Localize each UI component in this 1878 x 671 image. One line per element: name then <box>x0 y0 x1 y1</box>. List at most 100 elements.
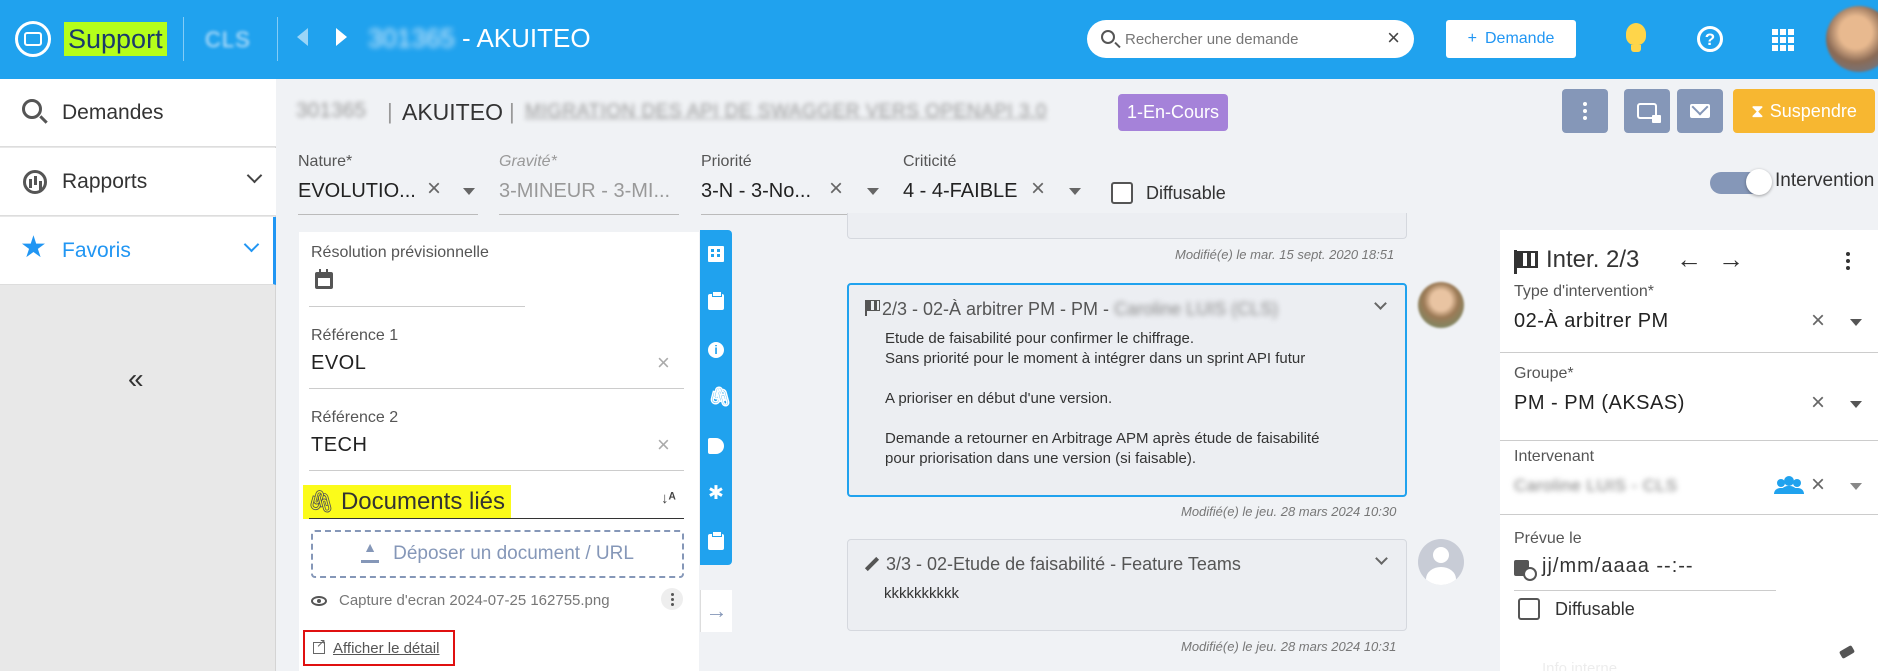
flag-icon <box>1514 250 1538 274</box>
intervenant-select[interactable]: Caroline LUIS - CLS <box>1514 476 1678 496</box>
status-badge[interactable]: 1-En-Cours <box>1118 94 1229 131</box>
chevron-down-icon[interactable] <box>1069 188 1081 195</box>
clear-criticite-icon[interactable]: × <box>1031 177 1045 201</box>
clear-ref1-icon[interactable]: × <box>657 350 670 376</box>
criticite-select[interactable]: 4 - 4-FAIBLE <box>903 180 1025 203</box>
eye-icon[interactable] <box>311 596 327 606</box>
card-body: Etude de faisabilité pour confirmer le c… <box>885 329 1319 469</box>
clear-ref2-icon[interactable]: × <box>657 432 670 458</box>
chevron-down-icon[interactable] <box>1374 297 1387 310</box>
author-avatar[interactable] <box>1418 282 1464 328</box>
calendar-icon[interactable] <box>315 269 333 289</box>
prev-ticket-icon[interactable] <box>297 28 308 46</box>
timeline-card-previous <box>847 213 1407 239</box>
priorite-select[interactable]: 3-N - 3-No... <box>701 180 823 203</box>
clear-search-icon[interactable]: × <box>1387 26 1400 50</box>
chart-icon <box>23 170 47 194</box>
card-line <box>885 409 1319 429</box>
chevron-down-icon[interactable] <box>1850 483 1862 490</box>
apps-grid-icon[interactable] <box>1772 29 1794 51</box>
clipboard-icon[interactable] <box>708 291 724 310</box>
section-divider <box>309 518 684 519</box>
clear-intervenant-icon[interactable]: × <box>1811 473 1825 497</box>
plus-icon: + <box>1467 30 1477 47</box>
intervention-diffusable-checkbox[interactable] <box>1518 598 1540 620</box>
pencil-icon <box>864 556 880 572</box>
document-drop-zone[interactable]: Déposer un document / URL <box>311 530 684 578</box>
checklist-icon[interactable] <box>708 531 724 550</box>
info-icon[interactable]: i <box>708 342 724 358</box>
sidebar-item-demandes[interactable]: Demandes <box>0 79 276 147</box>
card-body: kkkkkkkkkk <box>884 585 959 602</box>
more-actions-button[interactable] <box>1562 89 1608 133</box>
clear-nature-icon[interactable]: × <box>427 177 441 201</box>
app-name[interactable]: Support <box>64 22 167 56</box>
tag-icon[interactable] <box>708 438 724 454</box>
chevron-down-icon[interactable] <box>463 188 475 195</box>
search-input[interactable] <box>1125 28 1375 50</box>
ref2-label: Référence 2 <box>311 409 399 426</box>
field-underline <box>298 214 478 215</box>
diffusable-checkbox[interactable] <box>1111 182 1133 204</box>
more-vertical-icon[interactable] <box>1846 252 1850 270</box>
sidebar-item-rapports[interactable]: Rapports <box>0 148 276 216</box>
chevron-down-icon[interactable] <box>1850 319 1862 326</box>
sort-alpha-icon[interactable]: ↓ᴬ <box>661 490 676 507</box>
groupe-select[interactable]: PM - PM (AKSAS) <box>1514 392 1685 415</box>
email-button[interactable] <box>1677 89 1723 133</box>
collapse-sidebar-icon[interactable]: « <box>128 363 144 395</box>
ticket-id: 301365 <box>296 99 367 122</box>
nature-select[interactable]: EVOLUTIO... <box>298 180 420 203</box>
lightbulb-icon[interactable] <box>1625 23 1647 55</box>
clear-priorite-icon[interactable]: × <box>829 177 843 201</box>
ticket-client: AKUITEO <box>402 99 503 125</box>
chevron-down-icon[interactable] <box>867 188 879 195</box>
more-vertical-icon <box>670 592 674 606</box>
search-icon <box>1101 30 1115 44</box>
prevue-datetime-input[interactable]: jj/mm/aaaa --:-- <box>1542 555 1694 578</box>
eraser-icon[interactable] <box>1838 645 1856 659</box>
chevron-down-icon[interactable] <box>1850 401 1862 408</box>
clear-groupe-icon[interactable]: × <box>1811 391 1825 415</box>
divider <box>183 17 184 61</box>
ref2-input[interactable]: TECH <box>311 434 367 457</box>
arrow-right-icon[interactable]: → <box>1718 244 1744 275</box>
intervention-toggle-label: Intervention <box>1775 170 1875 191</box>
external-link-icon <box>313 636 326 654</box>
user-avatar[interactable] <box>1826 6 1878 72</box>
default-avatar[interactable] <box>1418 539 1464 585</box>
top-bar: Support CLS 301365 - AKUITEO × + Demande… <box>0 0 1878 79</box>
field-underline <box>309 470 684 471</box>
field-underline <box>499 214 679 215</box>
ref1-input[interactable]: EVOL <box>311 352 366 375</box>
search-box[interactable]: × <box>1087 20 1414 58</box>
help-icon[interactable]: ? <box>1697 26 1723 52</box>
prevue-label: Prévue le <box>1514 530 1582 547</box>
timeline-card-intervention-3[interactable]: 3/3 - 02-Etude de faisabilité - Feature … <box>847 539 1407 631</box>
criticite-label: Criticité <box>903 153 957 170</box>
paperclip-icon[interactable]: 🖇 <box>708 388 732 407</box>
upload-icon <box>361 539 380 563</box>
org-code[interactable]: CLS <box>205 27 251 53</box>
intervention-type-select[interactable]: 02-À arbitrer PM <box>1514 310 1669 333</box>
ticket-subject[interactable]: MIGRATION DES API DE SWAGGER VERS OPENAP… <box>525 101 1047 123</box>
intervention-toggle[interactable] <box>1710 169 1772 195</box>
suspend-button[interactable]: ⧗ Suspendre <box>1733 89 1875 133</box>
document-name[interactable]: Capture d'ecran 2024-07-25 162755.png <box>339 592 610 609</box>
new-request-button[interactable]: + Demande <box>1446 20 1576 58</box>
arrow-left-icon[interactable]: ← <box>1676 244 1702 275</box>
calendar-clock-icon[interactable] <box>1514 558 1537 581</box>
private-chat-button[interactable] <box>1624 89 1670 133</box>
timeline-card-intervention-2[interactable]: 2/3 - 02-À arbitrer PM - PM - Caroline L… <box>847 283 1407 497</box>
building-icon[interactable] <box>708 246 724 262</box>
show-detail-link[interactable]: Afficher le détail <box>303 630 455 666</box>
users-icon[interactable] <box>1776 476 1802 494</box>
asterisk-icon[interactable]: ✱ <box>708 484 724 503</box>
clear-type-icon[interactable]: × <box>1811 309 1825 333</box>
arrow-right-icon[interactable]: → <box>700 590 732 632</box>
sidebar-item-favoris[interactable]: ★ Favoris <box>0 217 276 285</box>
next-ticket-icon[interactable] <box>336 28 347 46</box>
document-menu-button[interactable] <box>661 588 683 610</box>
chevron-down-icon[interactable] <box>1375 552 1388 565</box>
app-logo-icon[interactable] <box>15 21 51 57</box>
